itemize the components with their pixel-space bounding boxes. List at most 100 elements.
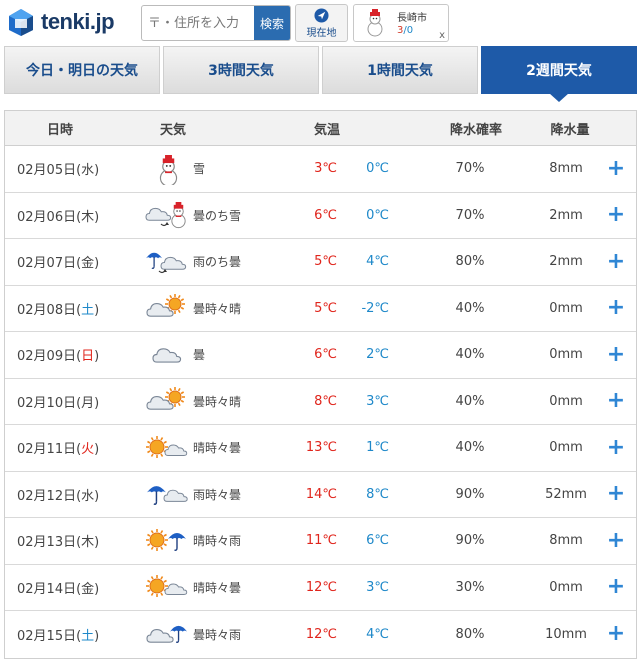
cloudy-sometimes-sunny-icon [146,294,185,317]
row-precip-amount: 10mm [545,626,587,642]
row-weather: 曇時々雨 [123,618,293,650]
row-temp-low: 3℃ [366,393,389,409]
row-temperature: 3℃ 0℃ [293,161,411,176]
row-temperature: 5℃ 4℃ [293,254,411,269]
cloudy-sometimes-sunny-icon [146,387,185,410]
row-weather: 晴時々曇 [123,432,293,464]
expand-plus-icon[interactable]: + [606,623,626,645]
row-day-of-week: 木 [81,209,95,225]
row-temp-low: 4℃ [366,626,389,642]
table-row[interactable]: 02月13日(木) 晴時々雨 11℃ 6℃ 90% 8mm + [5,518,636,565]
table-row[interactable]: 02月08日(土) 曇時々晴 5℃ -2℃ 40% 0mm + [5,286,636,332]
row-temp-low: 0℃ [366,207,389,223]
table-row[interactable]: 02月11日(火) 晴時々曇 13℃ 1℃ 40% 0mm + [5,425,636,472]
forecast-table: 日時 天気 気温 降水確率 降水量 02月05日(水) 雪 3℃ 0℃ 70% 8mm +0… [4,110,637,659]
sunny-sometimes-rain-icon [146,528,186,551]
rain-then-cloudy-icon [146,252,187,273]
row-precip-amount: 0mm [549,347,583,363]
tab-2[interactable]: 1時間天気 [322,46,478,94]
search-button[interactable]: 検索 [254,6,290,40]
table-row[interactable]: 02月07日(金) 雨のち曇 5℃ 4℃ 80% 2mm + [5,239,636,286]
row-temp-low: 4℃ [366,254,389,270]
sunny-sometimes-cloudy-icon [146,435,188,458]
row-weather-text: 曇のち雪 [193,208,242,223]
expand-plus-icon[interactable]: + [606,204,626,226]
row-precip-amount: 8mm [549,533,583,549]
row-date-suffix: ) [94,163,100,179]
row-temp-low: 2℃ [366,347,389,363]
table-row[interactable]: 02月12日(水) 雨時々曇 14℃ 8℃ 90% 52mm + [5,472,636,518]
expand-plus-icon[interactable]: + [606,529,626,552]
favorite-location[interactable]: 長崎市 3/0 x [353,4,449,42]
expand-plus-icon[interactable]: + [606,157,626,180]
row-date-prefix: 02月09日( [17,349,82,365]
row-date-prefix: 02月07日( [17,256,82,272]
row-temp-low: 0℃ [366,161,389,177]
snowman-icon [367,9,383,37]
row-temperature: 12℃ 4℃ [293,627,411,642]
row-precip-amount: 0mm [549,300,583,316]
row-date-prefix: 02月14日( [17,581,82,597]
row-day-of-week: 金 [81,581,95,597]
search-input[interactable] [142,6,256,40]
rain-sometimes-cloudy-icon [147,486,188,506]
expand-plus-icon[interactable]: + [606,343,626,366]
table-row[interactable]: 02月14日(金) 晴時々曇 12℃ 3℃ 30% 0mm + [5,565,636,611]
row-precip-probability: 90% [455,486,485,502]
row-date: 02月06日(木) [5,206,123,225]
row-precip-probability: 80% [455,626,485,642]
expand-plus-icon[interactable]: + [606,483,626,505]
row-weather-text: 晴時々曇 [193,441,242,456]
row-weather: 雨のち曇 [123,246,293,278]
row-date: 02月10日(月) [5,392,123,411]
row-precip-probability: 40% [455,347,485,363]
snow-icon [159,154,178,185]
row-date-prefix: 02月08日( [17,302,82,318]
tab-0[interactable]: 今日・明日の天気 [4,46,160,94]
row-date-suffix: ) [94,302,100,318]
row-weather-text: 曇時々晴 [193,394,242,409]
row-date-suffix: ) [94,256,100,272]
row-temp-low: 6℃ [366,533,389,549]
current-location-button[interactable]: 現在地 [295,4,348,42]
row-precip-probability: 40% [455,393,485,409]
row-temp-low: 8℃ [366,486,389,502]
row-date: 02月12日(水) [5,485,123,504]
row-precip-amount: 52mm [545,486,587,502]
cloudy-sometimes-rain-icon [146,626,188,644]
row-date-prefix: 02月15日( [17,628,82,644]
expand-plus-icon[interactable]: + [606,297,626,319]
row-temp-low: -2℃ [361,300,389,316]
tab-3[interactable]: 2週間天気 [481,46,637,102]
row-temp-high: 5℃ [314,300,337,316]
row-precip-probability: 40% [455,300,485,316]
expand-plus-icon[interactable]: + [606,576,626,598]
row-date-suffix: ) [94,535,100,551]
table-row[interactable]: 02月05日(水) 雪 3℃ 0℃ 70% 8mm + [5,146,636,193]
table-row[interactable]: 02月15日(土) 曇時々雨 12℃ 4℃ 80% 10mm + [5,611,636,658]
expand-plus-icon[interactable]: + [606,390,626,412]
table-row[interactable]: 02月09日(日) 曇 6℃ 2℃ 40% 0mm + [5,332,636,379]
row-day-of-week: 日 [81,349,95,365]
row-precip-amount: 0mm [549,579,583,595]
table-row[interactable]: 02月10日(月) 曇時々晴 8℃ 3℃ 40% 0mm + [5,379,636,425]
tab-1[interactable]: 3時間天気 [163,46,319,94]
expand-plus-icon[interactable]: + [606,250,626,273]
current-location-label: 現在地 [306,28,337,39]
row-date: 02月15日(土) [5,625,123,644]
row-day-of-week: 火 [81,442,95,458]
row-precip-amount: 0mm [549,440,583,456]
row-temperature: 8℃ 3℃ [293,394,411,409]
row-date-prefix: 02月12日( [17,488,82,504]
favorite-close-button[interactable]: x [439,30,445,41]
row-date: 02月07日(金) [5,252,123,271]
site-logo[interactable]: tenki.jp [6,6,115,38]
table-row[interactable]: 02月06日(木) 曇のち雪 6℃ 0℃ 70% 2mm + [5,193,636,239]
expand-plus-icon[interactable]: + [606,436,626,459]
table-body: 02月05日(水) 雪 3℃ 0℃ 70% 8mm +02月06日(木) 曇のち雪 6℃ 0℃ 70… [5,146,636,658]
location-arrow-icon [314,8,329,23]
favorite-temperature: 3/0 [397,25,413,36]
row-date-suffix: ) [94,581,100,597]
row-temp-high: 13℃ [305,440,337,456]
row-day-of-week: 木 [81,535,95,551]
